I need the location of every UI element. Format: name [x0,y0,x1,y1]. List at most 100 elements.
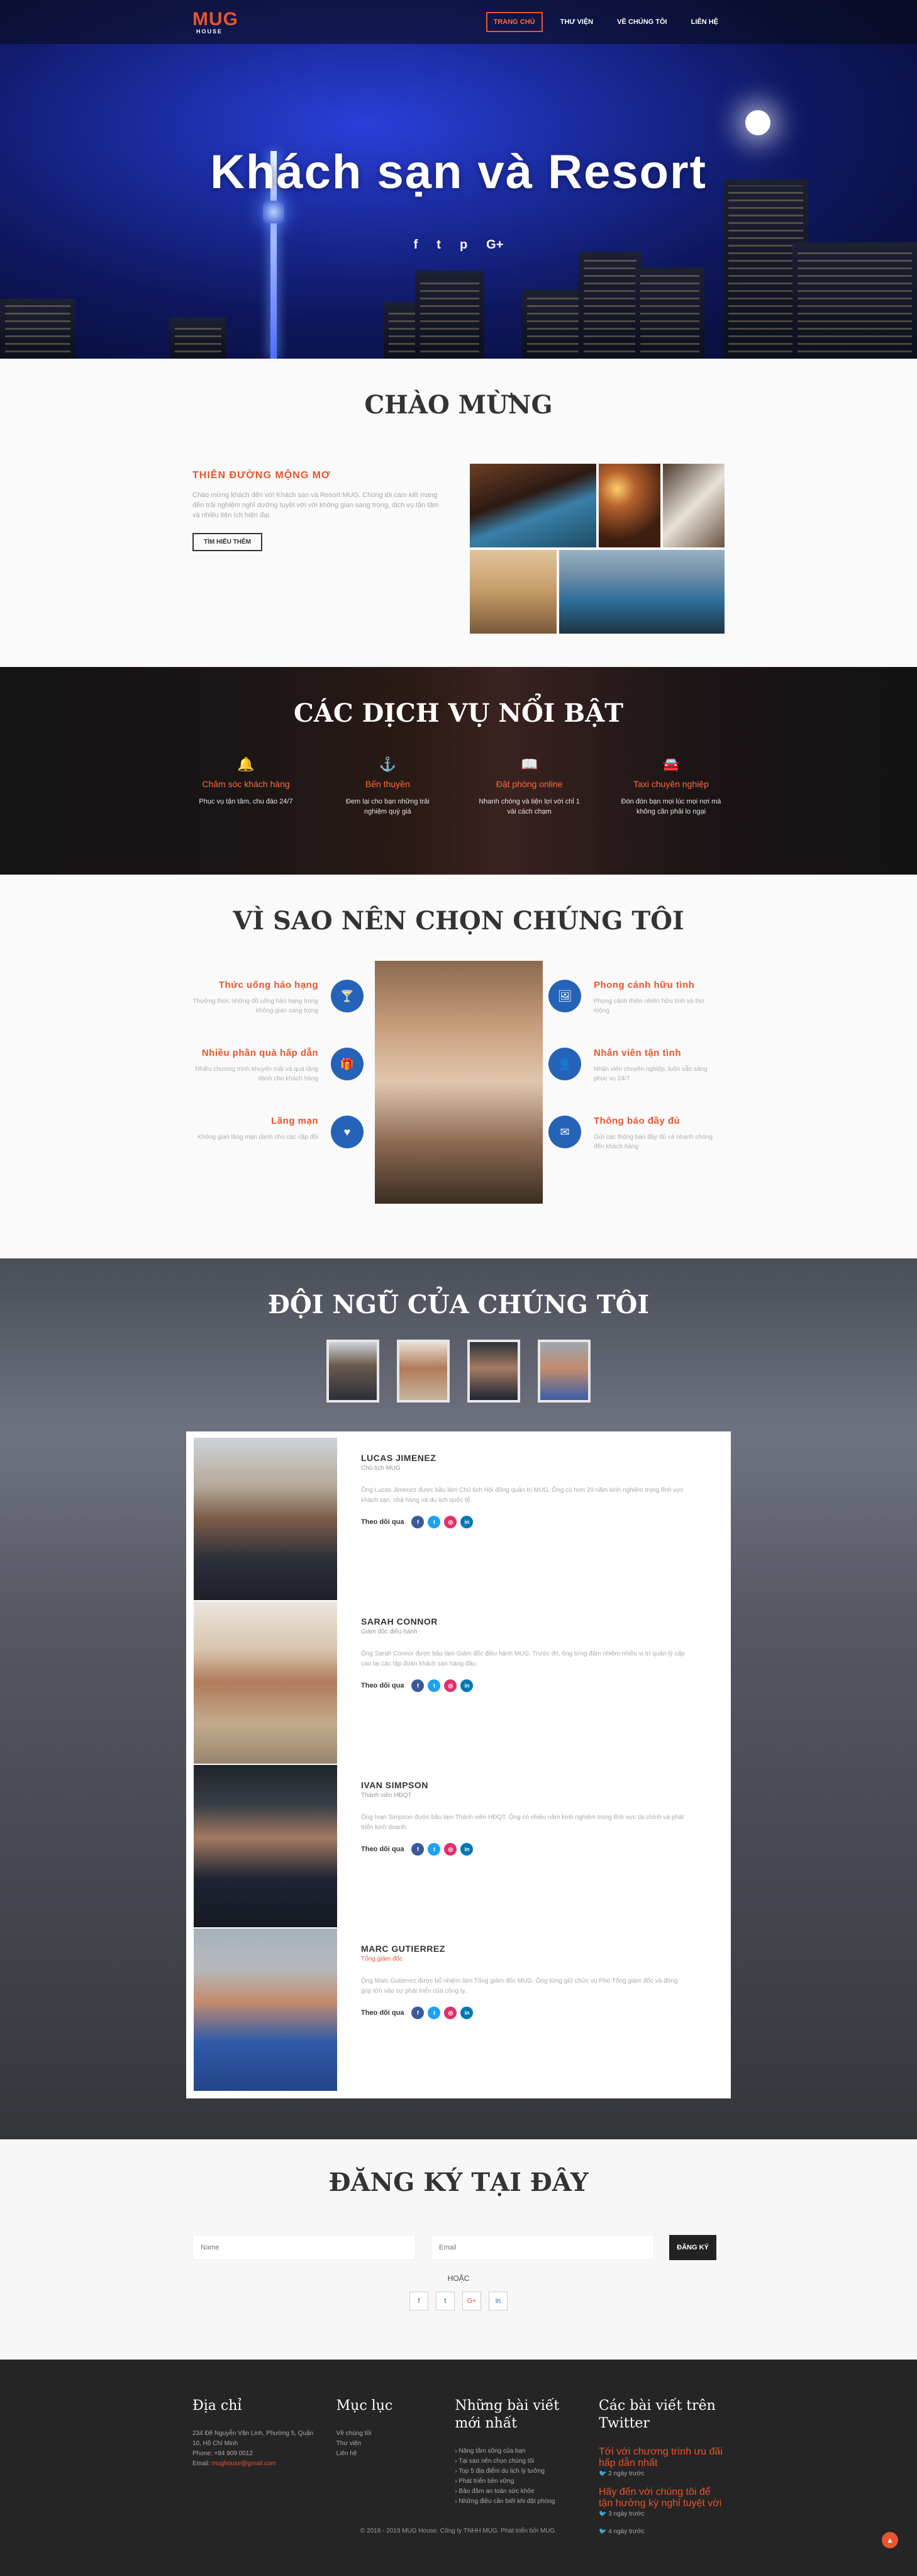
member-photo [194,1929,337,2091]
team-thumbnails [0,1340,917,1403]
why-item-text: Phong cảnh thiên nhiên hữu tình và thơ m… [594,998,705,1014]
team-thumb-marc[interactable] [538,1340,591,1403]
why-section: VÌ SAO NÊN CHỌN CHÚNG TÔI Thức uống hảo … [0,875,917,1258]
team-title: ĐỘI NGŨ CỦA CHÚNG TÔI [267,1290,650,1319]
footer-menu-link[interactable]: Về chúng tôi [336,2429,437,2439]
twitter-icon[interactable]: t [428,2007,441,2019]
pinterest-icon[interactable]: p [460,238,467,252]
linkedin-icon[interactable]: in [460,2007,474,2019]
member-bio: Ông Ivan Simpson được bầu làm Thành viên… [361,1814,684,1831]
nav-contact[interactable]: LIÊN HỆ [685,13,725,31]
instagram-icon[interactable]: ◎ [444,1843,457,1856]
name-input[interactable] [192,2235,416,2260]
email-link[interactable]: mughouse@gmail.com [212,2460,276,2467]
hero-title: Khách sạn và Resort [210,145,707,199]
team-thumb-ivan[interactable] [467,1340,520,1403]
member-photo [194,1765,337,1927]
footer-menu-title: Mục lục [336,2398,393,2414]
footer-twitter: Các bài viết trên Twitter Tới với chương… [599,2397,725,2545]
facebook-icon[interactable]: f [411,1516,425,1528]
hero-section: MUG HOUSE TRANG CHỦ THƯ VIỆN VỀ CHÚNG TÔ… [0,0,917,359]
why-item-text: Không gian lãng mạn dành cho các cặp đôi [197,1134,318,1141]
restaurant-image [598,464,660,547]
subscribe-title: ĐĂNG KÝ TẠI ĐÂY [328,2168,589,2197]
google-plus-icon[interactable]: G+ [462,2292,481,2310]
tweet-text[interactable]: Tới với chương trình ưu đãi hấp dẫn nhất [599,2446,725,2469]
footer-menu: Mục lục Về chúng tôi Thư viện Liên hệ [336,2397,437,2545]
linkedin-icon[interactable]: in [460,1516,474,1528]
member-name: IVAN SIMPSON [361,1780,428,1790]
facebook-icon[interactable]: f [409,2292,428,2310]
logo[interactable]: MUG HOUSE [192,9,238,35]
why-item: Nhiều phần quà hấp dẫn Nhiều chương trìn… [192,1048,369,1116]
facebook-icon[interactable]: f [411,1843,425,1856]
member-photo [194,1438,337,1600]
instagram-icon[interactable]: ◎ [444,1679,457,1692]
service-title: Taxi chuyên nghiệp [633,779,709,789]
why-item: 👤 Nhân viên tận tình Nhân viên chuyên ng… [548,1048,725,1116]
news-link[interactable]: › Những điều cần biết khi đặt phòng [455,2497,581,2507]
email-input[interactable] [431,2235,654,2260]
member-name: LUCAS JIMENEZ [361,1453,436,1463]
email-label: Email: [192,2460,210,2467]
linkedin-icon[interactable]: in [489,2292,508,2310]
facebook-icon[interactable]: f [414,238,418,252]
footer-twitter-title: Các bài viết trên Twitter [598,2398,716,2431]
news-link[interactable]: › Phát triển bền vững [455,2477,581,2487]
twitter-icon[interactable]: t [428,1679,441,1692]
footer-news-title: Những bài viết mới nhất [455,2398,560,2431]
hero-social: f t p G+ [0,238,917,252]
why-item-text: Gửi các thông báo đầy đủ và nhanh chóng … [594,1134,713,1150]
instagram-icon[interactable]: ◎ [444,2007,457,2019]
news-link[interactable]: › Nâng tầm sống của bạn [455,2446,581,2456]
facebook-icon[interactable]: f [411,1679,425,1692]
welcome-gallery [470,464,725,634]
book-icon: 📖 [520,756,538,772]
member-role: Thành viên HĐQT [361,1792,412,1799]
tweet-text[interactable]: Hãy đến với chúng tôi để tận hưởng kỳ ng… [599,2487,725,2509]
welcome-subtitle: THIÊN ĐƯỜNG MỘNG MƠ [192,470,331,481]
service-text: Nhanh chóng và tiện lợi với chỉ 1 vài cá… [479,798,580,815]
google-plus-icon[interactable]: G+ [486,238,503,252]
twitter-icon[interactable]: t [436,2292,455,2310]
bell-icon: 🔔 [237,756,255,772]
why-item: ✉ Thông báo đầy đủ Gửi các thông báo đầy… [548,1116,725,1184]
room-image [470,550,557,634]
nav-about[interactable]: VỀ CHÚNG TÔI [611,13,673,31]
back-to-top-button[interactable]: ▲ [882,2532,898,2548]
team-thumb-lucas[interactable] [326,1340,379,1403]
nav-gallery[interactable]: THƯ VIỆN [554,13,600,31]
why-item-text: Thưởng thức những đồ uống hảo hạng trong… [192,998,318,1014]
member-bio: Ông Lucas Jimenez được bầu làm Chủ tịch … [361,1487,684,1504]
cocktail-icon: 🍸 [331,980,364,1012]
service-text: Đón đón bạn mọi lúc mọi nơi mà không cần… [621,798,721,815]
address-line: 234 Đê Nguyễn Văn Linh, Phường 5, Quận 1… [192,2430,314,2447]
why-item-text: Nhân viên chuyên nghiệp, luôn sẵn sàng p… [594,1066,708,1082]
phone-line: Phone: +84 909 0012 [192,2450,253,2457]
instagram-icon[interactable]: ◎ [444,1516,457,1528]
facebook-icon[interactable]: f [411,2007,425,2019]
footer-menu-link[interactable]: Liên hệ [336,2449,437,2459]
twitter-icon[interactable]: t [436,238,441,252]
footer-address-title: Địa chỉ [192,2398,242,2414]
twitter-icon[interactable]: t [428,1516,441,1528]
learn-more-button[interactable]: TÌM HIỂU THÊM [192,533,262,551]
news-link[interactable]: › Tại sao nên chọn chúng tôi [455,2456,581,2467]
nav-home[interactable]: TRANG CHỦ [486,12,543,32]
follow-label: Theo dõi qua [361,1845,404,1853]
linkedin-icon[interactable]: in [460,1679,474,1692]
footer-menu-link[interactable]: Thư viện [336,2439,437,2449]
welcome-text: Chào mừng khách đến với Khách sạn và Res… [192,491,439,519]
why-item: Thức uống hảo hạng Thưởng thức những đồ … [192,980,369,1048]
service-text: Đem lại cho bạn những trải nghiệm quý gi… [345,798,430,815]
member-name: SARAH CONNOR [361,1616,438,1627]
mail-icon: ✉ [548,1116,581,1148]
why-photo [374,961,543,1204]
news-link[interactable]: › Top 5 địa điểm du lịch lý tưởng [455,2467,581,2477]
news-link[interactable]: › Bảo đảm an toàn sức khỏe [455,2487,581,2497]
twitter-icon[interactable]: t [428,1843,441,1856]
gift-icon: 🎁 [331,1048,364,1080]
subscribe-button[interactable]: ĐĂNG KÝ [669,2235,716,2260]
team-thumb-sarah[interactable] [397,1340,450,1403]
linkedin-icon[interactable]: in [460,1843,474,1856]
